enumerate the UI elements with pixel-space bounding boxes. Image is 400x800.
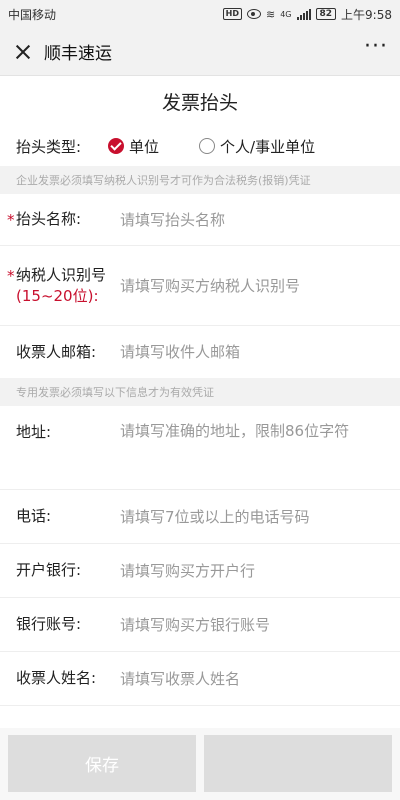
- required-mark: *: [7, 211, 15, 229]
- hint-special-invoice: 专用发票必须填写以下信息才为有效凭证: [0, 378, 400, 406]
- hd-icon: HD: [222, 8, 242, 20]
- carrier-name: 中国移动: [8, 7, 57, 22]
- field-label-email: 收票人邮箱:: [16, 342, 97, 361]
- status-icons: HD ≋ 4G 82 上午9:58: [222, 6, 392, 23]
- network-type: 4G: [280, 9, 292, 19]
- radio-label-personal: 个人/事业单位: [220, 137, 316, 156]
- radio-unchecked-icon: [199, 138, 216, 154]
- save-button[interactable]: 保存: [8, 735, 196, 792]
- form-row-tax-id: * 纳税人识别号 (15~20位):: [0, 246, 400, 326]
- address-input[interactable]: [120, 422, 384, 440]
- form-row-address: 地址:: [0, 406, 400, 490]
- more-icon[interactable]: ···: [364, 35, 388, 62]
- bank-input[interactable]: [120, 561, 384, 580]
- field-label-address: 地址:: [16, 423, 52, 441]
- field-label-sub: (15~20位):: [16, 286, 99, 305]
- invoice-type-row: 抬头类型: 单位 个人/事业单位: [0, 126, 400, 166]
- field-label-text: 纳税人识别号: [16, 265, 107, 284]
- form-row-title-name: * 抬头名称:: [0, 194, 400, 246]
- battery-icon: 82: [315, 8, 337, 20]
- radio-label-company: 单位: [129, 137, 160, 156]
- hint-company-invoice: 企业发票必须填写纳税人识别号才可作为合法税务(报销)凭证: [0, 166, 400, 194]
- status-bar: 中国移动 HD ≋ 4G 82 上午9:58: [0, 0, 400, 28]
- field-label-account: 银行账号:: [16, 615, 82, 633]
- close-icon[interactable]: [12, 41, 34, 63]
- field-label-tax-id: * 纳税人识别号 (15~20位):: [7, 265, 120, 307]
- nav-title: 顺丰速运: [44, 44, 112, 64]
- signal-icon: [296, 8, 311, 20]
- form-row-phone: 电话:: [0, 490, 400, 544]
- eye-icon: [247, 9, 261, 19]
- form-row-bank: 开户银行:: [0, 544, 400, 598]
- status-time: 上午9:58: [341, 7, 392, 22]
- email-input[interactable]: [120, 343, 384, 361]
- nav-bar: 顺丰速运 ···: [0, 28, 400, 76]
- required-mark: *: [7, 266, 15, 285]
- wifi-icon: ≋: [266, 7, 276, 21]
- invoice-type-label: 抬头类型:: [16, 137, 82, 156]
- field-label-text: 抬头名称:: [16, 210, 82, 228]
- radio-checked-icon: [108, 138, 124, 154]
- bottom-action-bar: 保存: [0, 728, 400, 800]
- page-title: 发票抬头: [161, 91, 238, 114]
- title-name-input[interactable]: [120, 210, 384, 229]
- tax-id-input[interactable]: [120, 276, 384, 295]
- account-input[interactable]: [120, 615, 384, 634]
- form-row-email: 收票人邮箱:: [0, 326, 400, 378]
- submit-button[interactable]: [204, 735, 392, 792]
- form-row-receiver: 收票人姓名:: [0, 652, 400, 706]
- receiver-input[interactable]: [120, 669, 384, 688]
- radio-option-personal[interactable]: 个人/事业单位: [199, 136, 315, 157]
- phone-input[interactable]: [120, 507, 384, 526]
- field-label-title-name: * 抬头名称:: [7, 209, 120, 230]
- field-label-bank: 开户银行:: [16, 561, 82, 579]
- radio-option-company[interactable]: 单位: [108, 136, 159, 157]
- field-label-receiver: 收票人姓名:: [16, 669, 97, 687]
- form-row-account: 银行账号:: [0, 598, 400, 652]
- field-label-phone: 电话:: [16, 507, 52, 525]
